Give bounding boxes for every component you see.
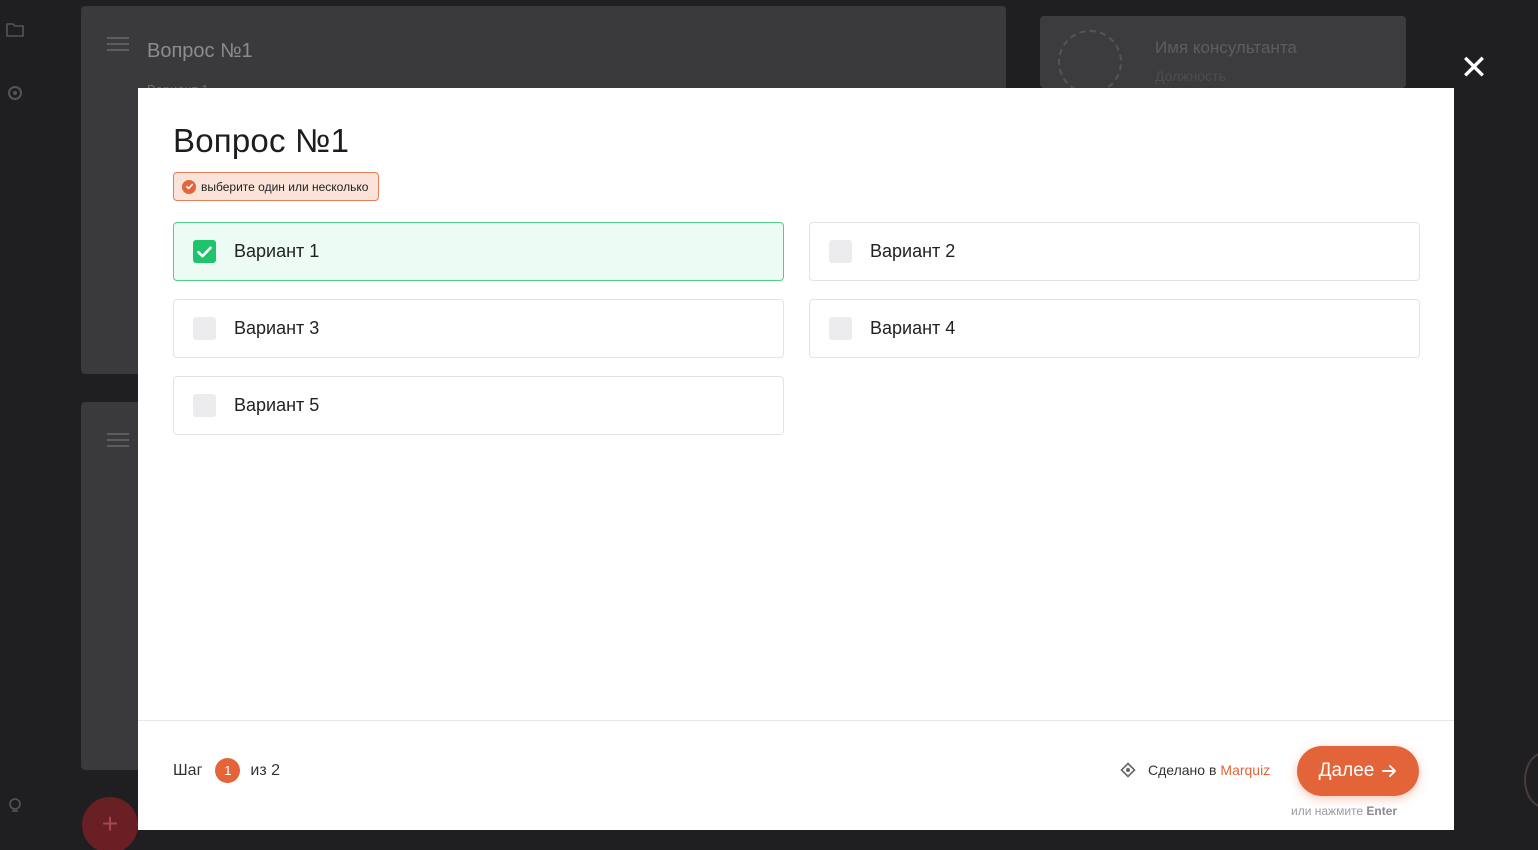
option-2[interactable]: Вариант 2 [809,222,1420,281]
option-1[interactable]: Вариант 1 [173,222,784,281]
enter-hint-prefix: или нажмите [1291,804,1364,818]
next-button-label: Далее [1318,760,1375,781]
brand-link[interactable]: Marquiz [1220,762,1270,778]
option-label: Вариант 1 [234,241,320,261]
step-prefix: Шаг [173,761,203,779]
drag-handle-icon [107,37,129,51]
checkmark-icon [197,246,212,257]
made-by-text: Сделано в [1148,762,1217,778]
arrow-right-icon [1382,765,1397,777]
step-total: из 2 [250,761,281,779]
consultant-name: Имя консультанта [1155,38,1297,57]
next-button[interactable]: Далее [1297,746,1419,796]
checkbox[interactable] [193,317,216,340]
checkbox[interactable] [829,317,852,340]
quiz-modal: Вопрос №1 выберите один или несколько Ва… [138,88,1454,830]
option-3[interactable]: Вариант 3 [173,299,784,358]
gear-icon [8,86,22,100]
close-button[interactable]: ✕ [1458,51,1490,85]
drag-handle-icon [107,433,129,447]
option-label: Вариант 5 [234,395,320,415]
background-card-title: Вопрос №1 [147,40,253,62]
background-widget-button [1524,752,1538,808]
selection-hint-badge: выберите один или несколько [173,172,380,201]
option-label: Вариант 2 [870,241,956,261]
step-indicator: Шаг 1 из 2 [173,758,280,783]
check-circle-icon [182,179,196,194]
enter-key-label: Enter [1366,804,1398,818]
question-title: Вопрос №1 [173,122,350,159]
step-current-badge: 1 [215,758,241,783]
option-label: Вариант 3 [234,318,320,338]
footer-divider [138,720,1454,721]
lightbulb-icon [9,798,21,812]
marquiz-logo-icon [1120,762,1136,778]
background-sidebar [0,0,44,850]
made-by-link[interactable]: Сделано в Marquiz [1120,762,1270,778]
folder-icon [6,23,24,37]
avatar [1058,30,1122,88]
checkbox[interactable] [829,240,852,263]
option-label: Вариант 4 [870,318,956,338]
checkbox[interactable] [193,394,216,417]
add-question-button: + [82,797,138,850]
background-consultant-card: Имя консультанта Должность [1040,16,1406,88]
consultant-role: Должность [1155,68,1226,84]
checkbox-checked[interactable] [193,240,216,263]
enter-hint: или нажмите Enter [1291,804,1397,818]
selection-hint-text: выберите один или несколько [201,179,369,194]
option-5[interactable]: Вариант 5 [173,376,784,435]
option-4[interactable]: Вариант 4 [809,299,1420,358]
